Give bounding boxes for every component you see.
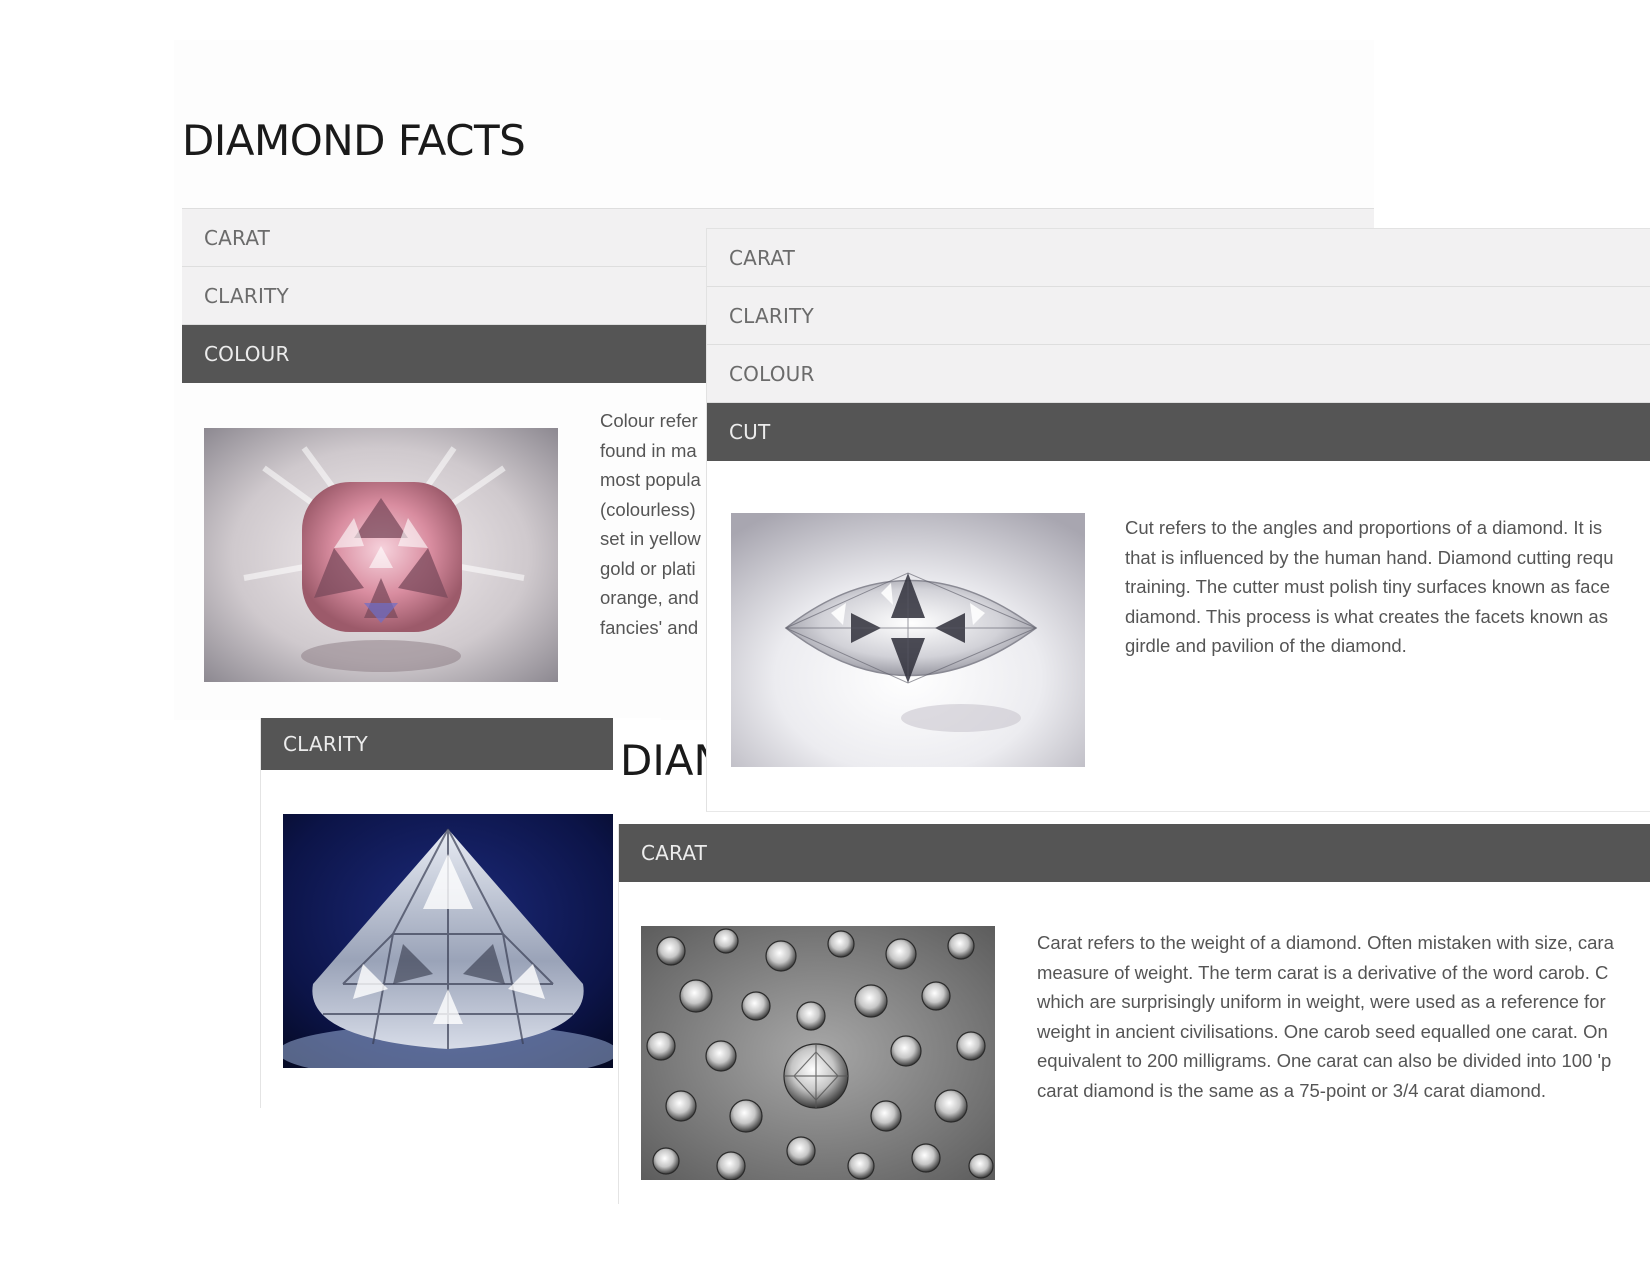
page-title-partial: DIAN <box>620 736 708 785</box>
text-line: set in yellow <box>600 528 701 549</box>
text-line: orange, and <box>600 587 699 608</box>
text-line: weight in ancient civilisations. One car… <box>1037 1020 1608 1042</box>
cut-panel: CARAT CLARITY COLOUR CUT Cut refers to t… <box>706 228 1650 812</box>
clarity-diamond-image <box>283 814 613 1068</box>
text-line: training. The cutter must polish tiny su… <box>1125 576 1611 597</box>
carat-description: Carat refers to the weight of a diamond.… <box>1037 928 1614 1105</box>
text-line: diamond. This process is what creates th… <box>1125 605 1608 627</box>
accordion-item-clarity[interactable]: CLARITY <box>261 718 613 770</box>
accordion-item-carat[interactable]: CARAT <box>619 824 1650 882</box>
text-line: that is influenced by the human hand. Di… <box>1125 546 1614 568</box>
text-line: Carat refers to the weight of a diamond.… <box>1037 932 1614 953</box>
text-line: found in ma <box>600 439 697 461</box>
text-line: equivalent to 200 milligrams. One carat … <box>1037 1050 1612 1071</box>
accordion-item-carat[interactable]: CARAT <box>707 229 1650 287</box>
clarity-panel: CLARITY <box>260 718 661 1108</box>
text-line: Cut refers to the angles and proportions… <box>1125 517 1603 538</box>
cut-description: Cut refers to the angles and proportions… <box>1125 513 1614 661</box>
carat-diamonds-image <box>641 926 995 1180</box>
colour-description: Colour refer found in ma most popula (co… <box>600 406 701 642</box>
diamond-facts-title-fragment: DIAN <box>618 736 708 796</box>
text-line: fancies' and <box>600 616 699 638</box>
text-line: gold or plati <box>600 557 696 579</box>
text-line: measure of weight. The term carat is a d… <box>1037 961 1609 983</box>
text-line: which are surprisingly uniform in weight… <box>1037 991 1606 1012</box>
text-line: most popula <box>600 469 701 490</box>
carat-panel: CARAT Carat refers to the weight of a di… <box>618 824 1650 1204</box>
page-title: DIAMOND FACTS <box>182 116 526 165</box>
text-line: girdle and pavilion of the diamond. <box>1125 635 1407 656</box>
pink-diamond-image <box>204 428 558 682</box>
accordion-item-colour[interactable]: COLOUR <box>707 345 1650 403</box>
text-line: Colour refer <box>600 410 698 431</box>
accordion-item-clarity[interactable]: CLARITY <box>707 287 1650 345</box>
cut-accordion: CARAT CLARITY COLOUR CUT <box>707 229 1650 461</box>
cut-diamond-image <box>731 513 1085 767</box>
text-line: (colourless) <box>600 498 696 520</box>
text-line: carat diamond is the same as a 75-point … <box>1037 1079 1547 1101</box>
accordion-item-cut[interactable]: CUT <box>707 403 1650 461</box>
